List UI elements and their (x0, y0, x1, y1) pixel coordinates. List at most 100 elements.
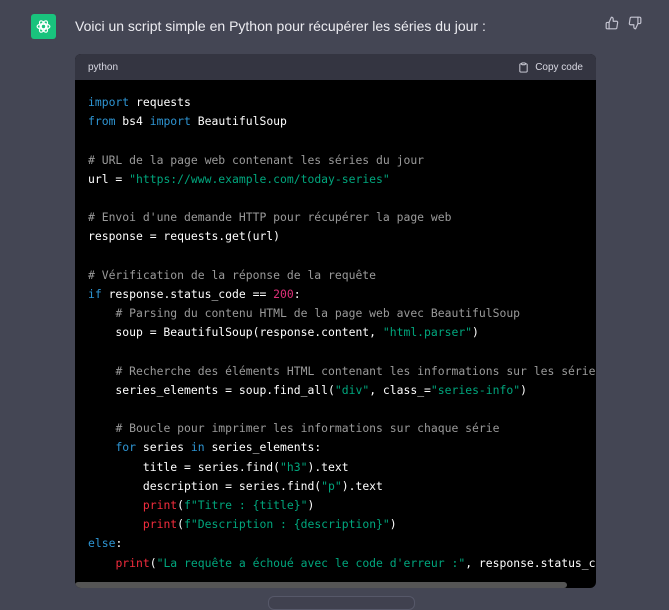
code-line: series_elements = soup.find_all("div", c… (88, 381, 596, 400)
code-token: print (115, 555, 150, 570)
code-line: soup = BeautifulSoup(response.content, "… (88, 323, 596, 342)
assistant-message-intro: Voici un script simple en Python pour ré… (75, 18, 486, 34)
code-token: in (190, 440, 205, 455)
code-line: print(f"Titre : {title}") (88, 496, 596, 515)
code-token: , response.status_code) (465, 555, 596, 570)
code-token: f"Titre : {title}" (184, 497, 308, 512)
code-token: from (88, 114, 116, 129)
code-line: # Envoi d'une demande HTTP pour récupére… (88, 208, 596, 227)
code-token: requests (129, 95, 191, 109)
thumbs-up-button[interactable] (605, 16, 619, 30)
code-line: url = "https://www.example.com/today-ser… (88, 170, 596, 189)
code-line: response = requests.get(url) (88, 227, 596, 246)
code-token: # Recherche des éléments HTML contenant … (115, 363, 596, 378)
code-token: print (142, 497, 178, 512)
code-line: # Boucle pour imprimer les informations … (88, 419, 596, 438)
copy-code-button[interactable]: Copy code (518, 62, 583, 73)
code-token: if (88, 286, 102, 301)
thumbs-up-icon (605, 16, 619, 30)
code-token: url = (88, 171, 130, 186)
feedback-controls (605, 16, 642, 30)
code-token: # Parsing du contenu HTML de la page web… (115, 306, 521, 321)
code-token: "h3" (280, 459, 308, 474)
code-token: BeautifulSoup (190, 114, 287, 129)
code-token: # Envoi d'une demande HTTP pour récupére… (88, 210, 452, 225)
code-token: ) (520, 382, 527, 397)
code-line: else: (88, 534, 596, 553)
code-line: print("La requête a échoué avec le code … (88, 554, 596, 573)
code-line: print(f"Description : {description}") (88, 515, 596, 534)
thumbs-down-icon (628, 16, 642, 30)
code-token: 200 (273, 286, 294, 301)
code-token: bs4 (115, 114, 150, 129)
thumbs-down-button[interactable] (628, 16, 642, 30)
regenerate-response-button[interactable] (268, 596, 415, 610)
code-block: python Copy code import requests from bs4… (75, 54, 596, 588)
code-token: response.status_code == (101, 286, 274, 301)
assistant-avatar (31, 14, 56, 39)
code-line: # Parsing du contenu HTML de la page web… (88, 304, 596, 323)
openai-logo-icon (36, 20, 51, 33)
code-token: series_elements: (204, 440, 322, 455)
code-token: # URL de la page web contenant les série… (88, 152, 425, 167)
code-token: "div" (334, 382, 370, 397)
code-line: for series in series_elements: (88, 438, 596, 457)
code-token: # Boucle pour imprimer les informations … (115, 421, 500, 436)
code-line: title = series.find("h3").text (88, 458, 596, 477)
code-token: import (88, 95, 130, 109)
code-token: soup = BeautifulSoup(response.content, (88, 325, 383, 340)
code-line: if response.status_code == 200: (88, 285, 596, 304)
code-token: for (115, 440, 137, 455)
code-token: else (88, 536, 116, 551)
code-token: # Vérification de la réponse de la requê… (88, 267, 377, 282)
code-token: ) (472, 325, 479, 340)
code-token: ( (177, 497, 185, 512)
code-token: ( (149, 555, 157, 570)
horizontal-scrollbar[interactable] (75, 582, 567, 588)
code-token: series (136, 440, 191, 455)
code-token: print (142, 517, 178, 532)
code-token: import (149, 114, 191, 129)
code-token: description = series.find( (88, 478, 322, 493)
code-token: title = series.find( (88, 459, 281, 474)
code-token: f"Description : {description}" (184, 517, 390, 532)
code-token: series_elements = soup.find_all( (88, 382, 335, 397)
code-block-header: python Copy code (75, 54, 596, 80)
code-token: ( (177, 517, 185, 532)
code-token: "html.parser" (382, 325, 473, 340)
code-token: : (293, 286, 301, 301)
code-line: # Recherche des éléments HTML contenant … (88, 362, 596, 381)
code-token: "La requête a échoué avec le code d'erre… (156, 555, 466, 570)
code-token: response = requests.get(url) (88, 229, 281, 244)
code-token: ).text (341, 478, 383, 493)
code-token: ) (389, 517, 397, 532)
code-line: # Vérification de la réponse de la requê… (88, 266, 596, 285)
code-line: # URL de la page web contenant les série… (88, 151, 596, 170)
code-token: : (115, 536, 123, 551)
code-token: "p" (321, 478, 342, 493)
code-language-label: python (88, 61, 119, 73)
code-token: , class_= (369, 382, 431, 397)
code-token: "https://www.example.com/today-series" (129, 171, 390, 186)
code-token: ) (307, 497, 315, 512)
clipboard-icon (519, 61, 528, 73)
code-token: "series-info" (430, 382, 521, 397)
code-line: from bs4 import BeautifulSoup (88, 112, 596, 131)
code-line: description = series.find("p").text (88, 477, 596, 496)
code-content[interactable]: import requests from bs4 import Beautiful… (75, 80, 596, 583)
copy-code-label: Copy code (535, 61, 583, 73)
code-line: import requests (88, 93, 596, 112)
code-token: ).text (307, 459, 349, 474)
